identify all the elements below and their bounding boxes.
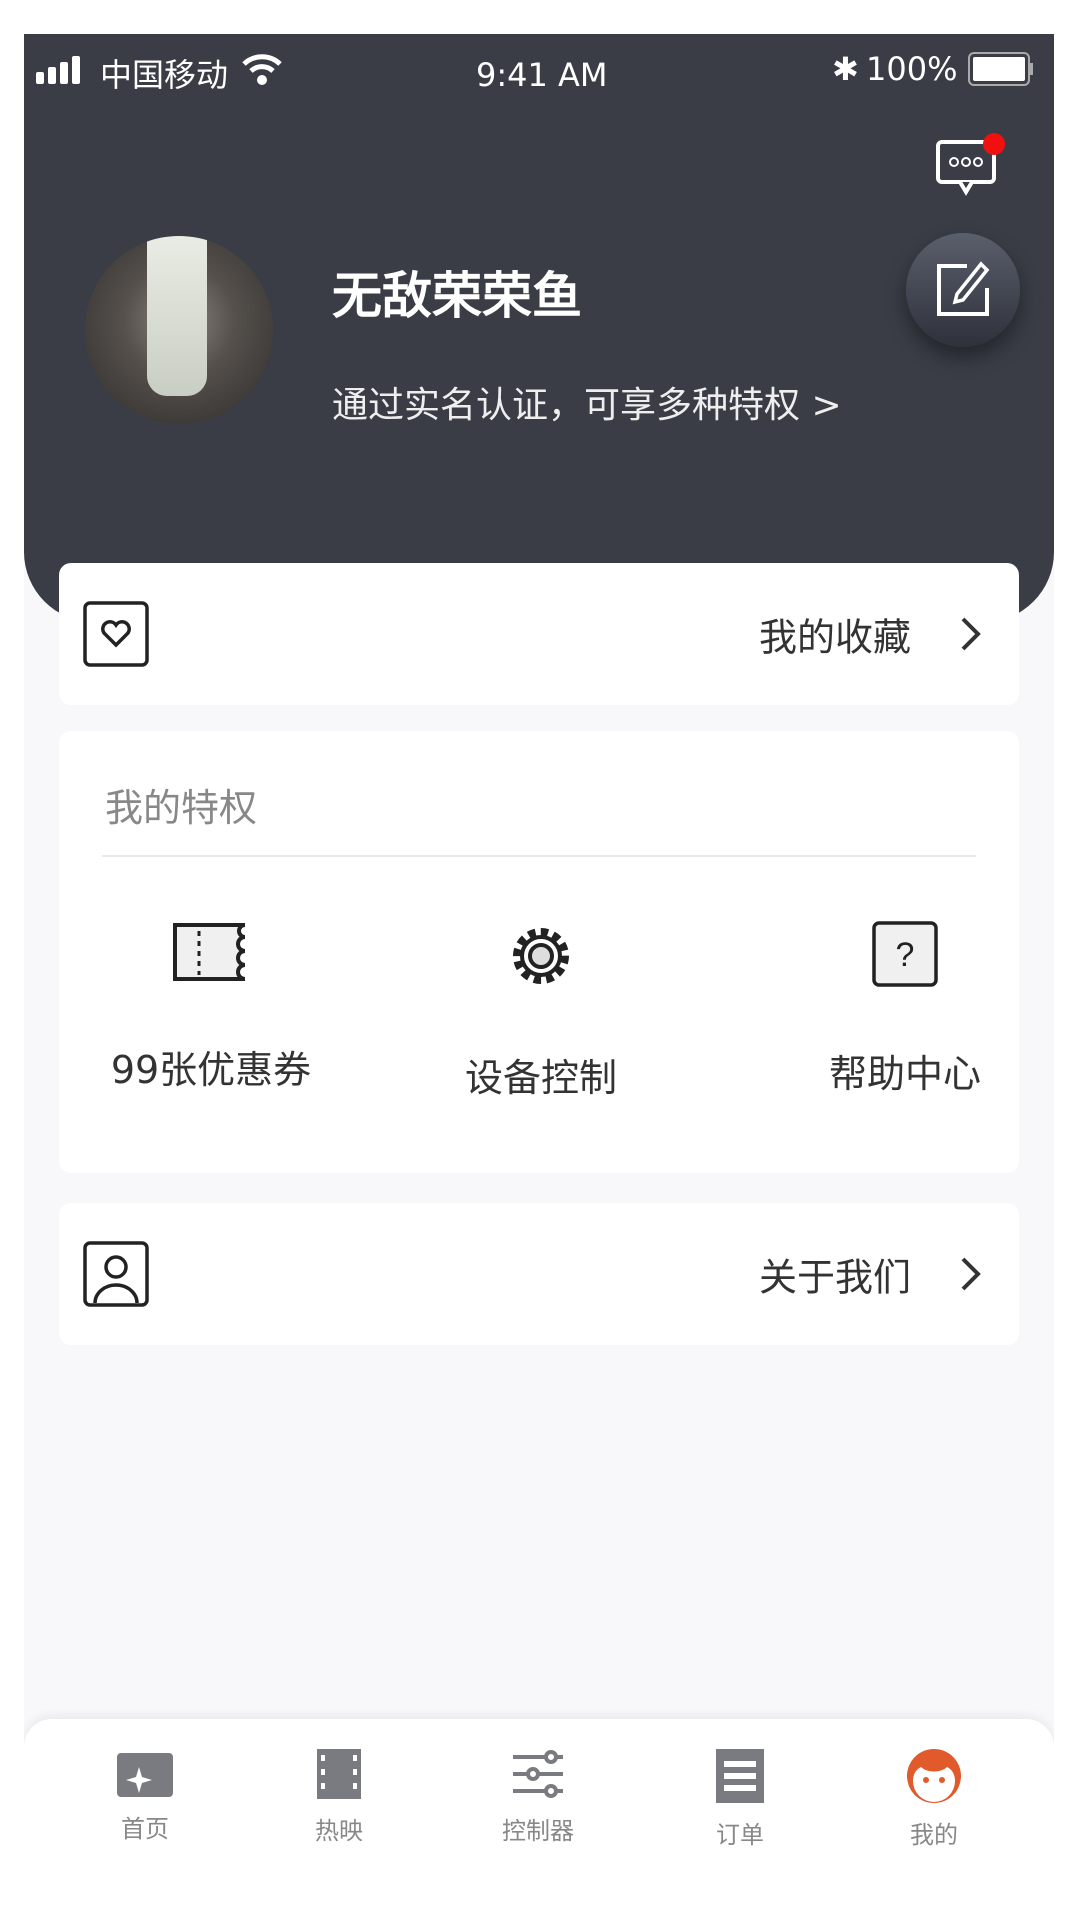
battery-percent: 100% [866, 50, 958, 88]
svg-text:?: ? [896, 936, 915, 974]
help-center-label: 帮助中心 [828, 1052, 981, 1096]
carrier-label: 中国移动 [100, 56, 229, 94]
about-row[interactable]: 关于我们 [59, 1203, 1019, 1345]
privileges-title: 我的特权 [105, 786, 258, 830]
edit-profile-button[interactable] [906, 233, 1020, 347]
tab-label: 订单 [716, 1821, 764, 1849]
clock: 9:41 AM [476, 56, 608, 94]
tab-label: 我的 [910, 1821, 958, 1849]
coupon-item[interactable]: 99张优惠券 [61, 921, 361, 1094]
tab-controller[interactable]: 控制器 [458, 1747, 618, 1846]
signal-icon [36, 56, 80, 84]
unread-badge [983, 133, 1005, 155]
battery-icon [968, 52, 1033, 86]
tab-label: 控制器 [502, 1817, 574, 1845]
help-center-item[interactable]: ? 帮助中心 [755, 921, 1054, 1098]
favorites-label: 我的收藏 [758, 615, 911, 660]
face-icon [907, 1749, 961, 1803]
wifi-icon [242, 54, 282, 85]
tab-mine[interactable]: 我的 [854, 1747, 1014, 1850]
privileges-card: 我的特权 99张优惠券 设备控制 ? 帮助中心 [59, 731, 1019, 1173]
phone-screen: 中国移动 9:41 AM ✱ 100% 无敌荣荣鱼 通过实名认证，可享多种特权 … [24, 34, 1054, 1877]
gear-icon [513, 928, 569, 984]
tab-home[interactable]: 首页 [65, 1747, 225, 1844]
coupon-icon [173, 923, 246, 981]
coupon-label: 99张优惠券 [110, 1048, 312, 1092]
receipt-icon [716, 1749, 764, 1803]
edit-icon [937, 261, 990, 316]
user-name: 无敌荣荣鱼 [332, 267, 582, 325]
film-icon [317, 1749, 361, 1799]
chevron-right-icon [961, 1257, 981, 1291]
clapperboard-icon [117, 1753, 173, 1797]
device-control-item[interactable]: 设备控制 [391, 921, 691, 1102]
verify-link[interactable]: 通过实名认证，可享多种特权 > [332, 376, 842, 428]
sliders-icon [513, 1750, 563, 1798]
heart-icon [83, 601, 149, 667]
profile-header: 中国移动 9:41 AM ✱ 100% 无敌荣荣鱼 通过实名认证，可享多种特权 … [24, 34, 1054, 622]
help-icon: ? [872, 921, 938, 987]
tab-label: 首页 [121, 1815, 169, 1843]
message-icon[interactable] [934, 130, 1006, 200]
tab-label: 热映 [315, 1817, 363, 1845]
bluetooth-icon: ✱ [832, 50, 859, 88]
chevron-right-icon [961, 617, 981, 651]
device-control-label: 设备控制 [464, 1056, 617, 1100]
avatar[interactable] [85, 236, 273, 424]
person-icon [83, 1241, 149, 1307]
tab-hot[interactable]: 热映 [259, 1747, 419, 1846]
about-label: 关于我们 [758, 1255, 911, 1300]
favorites-row[interactable]: 我的收藏 [59, 563, 1019, 705]
tab-bar: 首页 热映 控制器 订单 我的 [24, 1719, 1054, 1877]
tab-orders[interactable]: 订单 [660, 1747, 820, 1850]
divider [102, 855, 976, 857]
